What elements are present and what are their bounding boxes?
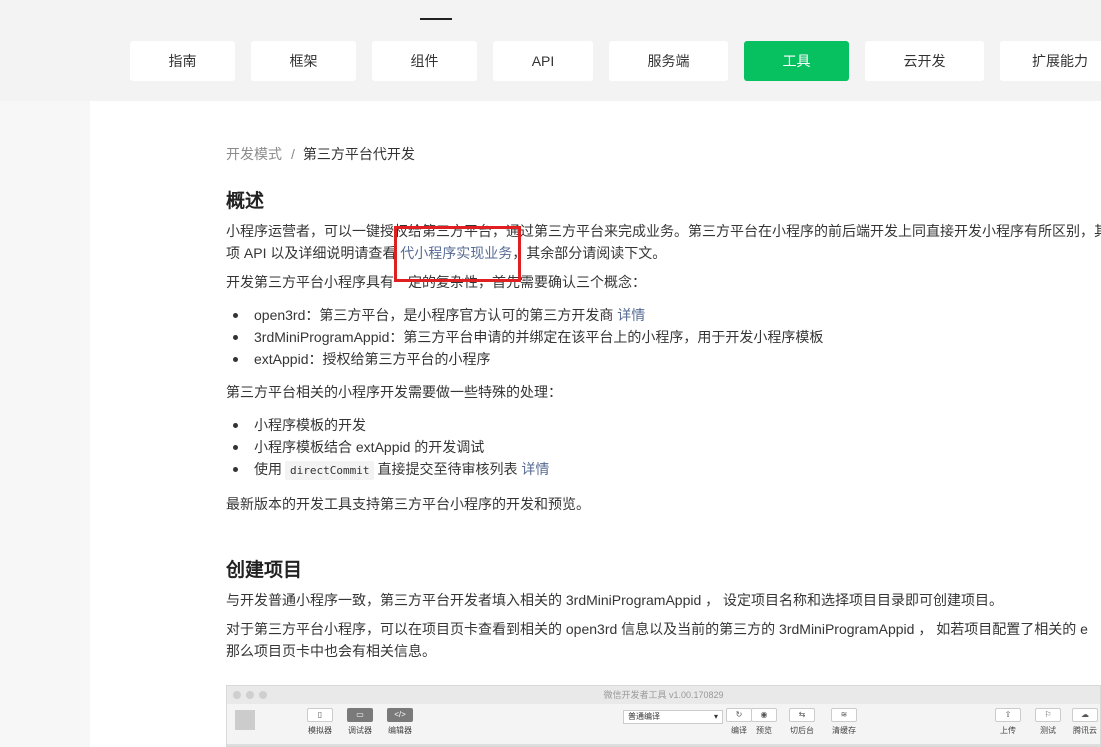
- editor-label: 编辑器: [388, 726, 412, 735]
- top-nav-bar: 指南 框架 组件 API 服务端 工具 云开发 扩展能力: [0, 0, 1101, 101]
- tab-api[interactable]: API: [493, 41, 593, 81]
- tab-server[interactable]: 服务端: [609, 41, 728, 81]
- doc-content: 开发模式 / 第三方平台代开发 概述 小程序运营者，可以一键授权给第三方平台，通过第…: [226, 101, 1101, 747]
- concepts-list: open3rd：第三方平台，是小程序官方认可的第三方开发商 详情 3rdMini…: [226, 304, 823, 370]
- overview-para1-post: ，其余部分请阅读下文。: [512, 245, 667, 261]
- concept-open3rd: open3rd：第三方平台，是小程序官方认可的第三方开发商: [254, 307, 618, 323]
- list-item: 小程序模板结合 extAppid 的开发调试: [226, 436, 549, 458]
- list-item: 使用 directCommit 直接提交至待审核列表 详情: [226, 458, 549, 482]
- list-item: 小程序模板的开发: [226, 414, 549, 436]
- create-para1: 与开发普通小程序一致，第三方平台开发者填入相关的 3rdMiniProgramA…: [226, 592, 1004, 608]
- list-item: open3rd：第三方平台，是小程序官方认可的第三方开发商 详情: [226, 304, 823, 326]
- editor-icon: </>: [387, 708, 413, 722]
- preview-label: 预览: [756, 726, 772, 735]
- compile-button[interactable]: ↻ 编译: [726, 708, 752, 736]
- create-project-heading: 创建项目: [226, 560, 303, 581]
- window-titlebar: 微信开发者工具 v1.00.170829: [227, 686, 1100, 704]
- tab-cloud-dev[interactable]: 云开发: [865, 41, 984, 81]
- test-button[interactable]: ⚐ 测试: [1035, 708, 1061, 736]
- create-para2-line1: 对于第三方平台小程序，可以在项目页卡查看到相关的 open3rd 信息以及当前的…: [226, 621, 1088, 637]
- list-item: 3rdMiniProgramAppid：第三方平台申请的并绑定在该平台上的小程序…: [226, 326, 823, 348]
- editor-button[interactable]: </> 编辑器: [387, 708, 413, 736]
- background-label: 切后台: [790, 726, 814, 735]
- preview-button[interactable]: ◉ 预览: [751, 708, 777, 736]
- top-indicator-line: [420, 18, 452, 20]
- compile-mode-select[interactable]: 普通编译: [623, 710, 723, 724]
- upload-button[interactable]: ⇧ 上传: [995, 708, 1021, 736]
- clear-cache-button[interactable]: ≋ 清缓存: [831, 708, 857, 736]
- open3rd-details-link[interactable]: 详情: [617, 307, 645, 323]
- refresh-icon: ↻: [726, 708, 752, 722]
- cloud-icon: ☁: [1072, 708, 1098, 722]
- direct-commit-details-link[interactable]: 详情: [521, 461, 549, 477]
- debugger-label: 调试器: [348, 726, 372, 735]
- list-item: extAppid：授权给第三方平台的小程序: [226, 348, 823, 370]
- direct-commit-code: directCommit: [285, 461, 375, 480]
- breadcrumb-separator: /: [291, 146, 295, 162]
- special-handling-list: 小程序模板的开发 小程序模板结合 extAppid 的开发调试 使用 direct…: [226, 414, 549, 482]
- window-title: 微信开发者工具 v1.00.170829: [603, 690, 724, 700]
- simulator-icon: ▯: [307, 708, 333, 722]
- layers-icon: ≋: [831, 708, 857, 722]
- clear-cache-label: 清缓存: [832, 726, 856, 735]
- tab-framework[interactable]: 框架: [251, 41, 356, 81]
- debugger-button[interactable]: ▭ 调试器: [347, 708, 373, 736]
- simulator-label: 模拟器: [308, 726, 332, 735]
- tab-guide[interactable]: 指南: [130, 41, 235, 81]
- highlight-box: [394, 226, 521, 282]
- compile-label: 编译: [731, 726, 747, 735]
- tab-tools[interactable]: 工具: [744, 41, 849, 81]
- eye-icon: ◉: [751, 708, 777, 722]
- tab-components[interactable]: 组件: [372, 41, 477, 81]
- simulator-button[interactable]: ▯ 模拟器: [307, 708, 333, 736]
- overview-para3: 第三方平台相关的小程序开发需要做一些特殊的处理：: [226, 384, 562, 400]
- overview-para1-line1: 小程序运营者，可以一键授权给第三方平台，通过第三方平台来完成业务。第三方平台在小…: [226, 223, 1101, 239]
- tab-extensions[interactable]: 扩展能力: [1000, 41, 1101, 81]
- breadcrumb-parent[interactable]: 开发模式: [226, 146, 282, 162]
- switch-icon: ⇆: [789, 708, 815, 722]
- create-para2-line2: 那么项目页卡中也会有相关信息。: [226, 643, 436, 659]
- tencent-cloud-button[interactable]: ☁ 腾讯云: [1072, 708, 1098, 736]
- breadcrumb: 开发模式 / 第三方平台代开发: [226, 144, 415, 164]
- devtools-screenshot: 微信开发者工具 v1.00.170829 ▯ 模拟器 ▭ 调试器 </> 编辑器 普通…: [226, 685, 1101, 747]
- avatar: [235, 710, 255, 730]
- special-3-post: 直接提交至待审核列表: [377, 461, 522, 477]
- overview-para4: 最新版本的开发工具支持第三方平台小程序的开发和预览。: [226, 496, 590, 512]
- tencent-cloud-label: 腾讯云: [1073, 726, 1097, 735]
- left-sidebar: [0, 101, 90, 747]
- overview-para1-pre: 项 API 以及详细说明请查看: [226, 245, 397, 261]
- test-label: 测试: [1040, 726, 1056, 735]
- special-3-pre: 使用: [254, 461, 282, 477]
- overview-heading: 概述: [226, 191, 265, 212]
- breadcrumb-current: 第三方平台代开发: [302, 146, 415, 162]
- flag-icon: ⚐: [1035, 708, 1061, 722]
- background-button[interactable]: ⇆ 切后台: [789, 708, 815, 736]
- upload-label: 上传: [1000, 726, 1016, 735]
- devtools-toolbar: ▯模拟器 ▭调试器 </>编辑器 普通编译 ↻编译 ◉预览 ⇆切后台 ≋清缓存 …: [227, 704, 1100, 746]
- upload-icon: ⇧: [995, 708, 1021, 722]
- debugger-icon: ▭: [347, 708, 373, 722]
